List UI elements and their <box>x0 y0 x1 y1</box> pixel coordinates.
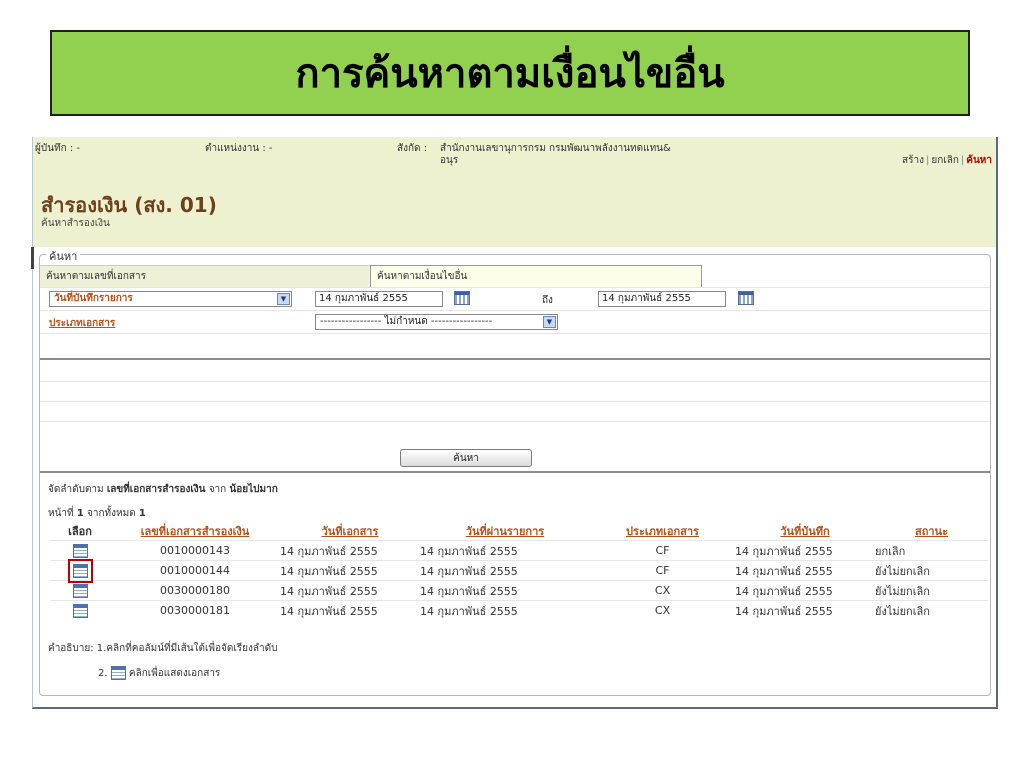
doc-type-cell: CF <box>590 540 735 561</box>
doc-type-row: ประเภทเอกสาร ----------------- ไม่กำหนด … <box>40 310 990 333</box>
app-window: ผู้บันทึก : - ตำแหน่งงาน : - สังกัด : สำ… <box>31 137 998 709</box>
post-date-cell: 14 กุมภาพันธ์ 2555 <box>420 580 590 601</box>
col-doc-number[interactable]: เลขที่เอกสารสำรองเงิน <box>110 522 280 541</box>
document-icon[interactable] <box>72 543 88 558</box>
document-icon[interactable] <box>67 558 93 583</box>
results-header-row: เลือก เลขที่เอกสารสำรองเงิน วันที่เอกสาร… <box>50 522 988 541</box>
empty-row <box>40 401 990 422</box>
page-prefix: หน้าที่ <box>48 508 74 519</box>
table-row: 0030000181 14 กุมภาพันธ์ 2555 14 กุมภาพั… <box>50 600 988 620</box>
chevron-down-icon: ▼ <box>543 316 556 328</box>
record-date-cell: 14 กุมภาพันธ์ 2555 <box>735 580 875 601</box>
doc-number-cell: 0030000180 <box>110 580 280 601</box>
search-link[interactable]: ค้นหา <box>966 155 992 166</box>
document-icon[interactable] <box>72 603 88 618</box>
note-item-1: 1.คลิกที่คอลัมน์ที่มีเส้นใต้เพื่อจัดเรีย… <box>96 643 278 654</box>
doc-type-value: ----------------- ไม่กำหนด -------------… <box>320 316 493 327</box>
date-filter-row: วันที่บันทึกรายการ ▼ 14 กุมภาพันธ์ 2555 … <box>40 287 990 310</box>
date-from-input[interactable]: 14 กุมภาพันธ์ 2555 <box>315 291 443 307</box>
sort-middle: จาก <box>208 484 227 495</box>
calendar-icon[interactable] <box>454 291 470 305</box>
post-date-cell: 14 กุมภาพันธ์ 2555 <box>420 600 590 620</box>
doc-number-cell: 0010000144 <box>110 560 280 581</box>
position-info: ตำแหน่งงาน : - <box>205 143 273 154</box>
sort-field: เลขที่เอกสารสำรองเงิน <box>106 484 206 495</box>
create-link[interactable]: สร้าง <box>902 155 924 166</box>
page-total: 1 <box>138 508 146 519</box>
slide-title: การค้นหาตามเงื่อนไขอื่น <box>295 51 725 97</box>
search-button[interactable]: ค้นหา <box>400 449 532 467</box>
chevron-down-icon: ▼ <box>277 293 290 305</box>
status-cell: ยังไม่ยกเลิก <box>875 600 988 620</box>
status-cell: ยังไม่ยกเลิก <box>875 560 988 581</box>
status-cell: ยกเลิก <box>875 540 988 561</box>
sort-info: จัดลำดับตาม เลขที่เอกสารสำรองเงิน จาก น้… <box>48 482 278 497</box>
post-date-cell: 14 กุมภาพันธ์ 2555 <box>420 560 590 581</box>
doc-type-select[interactable]: ----------------- ไม่กำหนด -------------… <box>315 314 558 330</box>
record-date-cell: 14 กุมภาพันธ์ 2555 <box>735 560 875 581</box>
recorder-info: ผู้บันทึก : - <box>35 143 81 154</box>
pagination-info: หน้าที่ 1 จากทั้งหมด 1 <box>48 506 146 521</box>
slide-title-banner: การค้นหาตามเงื่อนไขอื่น <box>50 30 970 116</box>
col-status[interactable]: สถานะ <box>875 522 988 541</box>
doc-type-cell: CX <box>590 580 735 601</box>
empty-row <box>40 381 990 402</box>
doc-date-cell: 14 กุมภาพันธ์ 2555 <box>280 600 420 620</box>
col-record-date[interactable]: วันที่บันทึก <box>735 522 875 541</box>
affiliation-line-2: อนุร <box>440 155 459 166</box>
empty-row <box>40 421 990 442</box>
header-actions: สร้าง | ยกเลิก | ค้นหา <box>902 155 992 166</box>
results-table: เลือก เลขที่เอกสารสำรองเงิน วันที่เอกสาร… <box>50 522 988 620</box>
document-icon[interactable] <box>72 583 88 598</box>
page-subtitle: ค้นหาสำรองเงิน <box>41 218 110 229</box>
note-label: คำอธิบาย: <box>48 643 94 654</box>
date-to-input[interactable]: 14 กุมภาพันธ์ 2555 <box>598 291 726 307</box>
date-type-value: วันที่บันทึกรายการ <box>54 293 133 304</box>
table-row: 0010000144 14 กุมภาพันธ์ 2555 14 กุมภาพั… <box>50 558 988 583</box>
affiliation-label: สังกัด : <box>397 143 428 154</box>
col-doc-type[interactable]: ประเภทเอกสาร <box>590 522 735 541</box>
doc-date-cell: 14 กุมภาพันธ์ 2555 <box>280 560 420 581</box>
to-label: ถึง <box>542 295 553 306</box>
empty-row <box>40 333 990 356</box>
tab-search-by-doc-number[interactable]: ค้นหาตามเลขที่เอกสาร <box>40 265 370 287</box>
note-item-2-number: 2. <box>98 668 108 679</box>
form-divider <box>40 358 990 360</box>
doc-number-cell: 0010000143 <box>110 540 280 561</box>
sort-prefix: จัดลำดับตาม <box>48 484 104 495</box>
note-item-2-text: คลิกเพื่อแสดงเอกสาร <box>128 668 221 679</box>
header-bar: ผู้บันทึก : - ตำแหน่งงาน : - สังกัด : สำ… <box>33 137 996 247</box>
doc-date-cell: 14 กุมภาพันธ์ 2555 <box>280 580 420 601</box>
doc-date-cell: 14 กุมภาพันธ์ 2555 <box>280 540 420 561</box>
page-current: 1 <box>76 508 84 519</box>
note-line-1: คำอธิบาย: 1.คลิกที่คอลัมน์ที่มีเส้นใต้เพ… <box>48 641 277 656</box>
affiliation-line-1: สำนักงานเลขานุการกรม กรมพัฒนาพลังงานทดแท… <box>440 143 671 154</box>
record-date-cell: 14 กุมภาพันธ์ 2555 <box>735 600 875 620</box>
cancel-link[interactable]: ยกเลิก <box>931 155 959 166</box>
results-divider <box>40 471 990 473</box>
status-cell: ยังไม่ยกเลิก <box>875 580 988 601</box>
sort-order: น้อยไปมาก <box>229 484 278 495</box>
doc-number-cell: 0030000181 <box>110 600 280 620</box>
search-fieldset: ค้นหา ค้นหาตามเลขที่เอกสาร ค้นหาตามเงื่อ… <box>39 247 991 696</box>
date-type-select[interactable]: วันที่บันทึกรายการ ▼ <box>49 291 292 307</box>
note-line-2: 2. คลิกเพื่อแสดงเอกสาร <box>98 666 220 681</box>
page-middle: จากทั้งหมด <box>86 508 136 519</box>
calendar-icon[interactable] <box>738 291 754 305</box>
doc-type-label[interactable]: ประเภทเอกสาร <box>49 316 115 331</box>
doc-type-cell: CF <box>590 560 735 581</box>
search-tabs: ค้นหาตามเลขที่เอกสาร ค้นหาตามเงื่อนไขอื่… <box>40 265 990 287</box>
table-row: 0030000180 14 กุมภาพันธ์ 2555 14 กุมภาพั… <box>50 580 988 601</box>
search-legend: ค้นหา <box>46 247 81 265</box>
post-date-cell: 14 กุมภาพันธ์ 2555 <box>420 540 590 561</box>
record-date-cell: 14 กุมภาพันธ์ 2555 <box>735 540 875 561</box>
affiliation-value: สำนักงานเลขานุการกรม กรมพัฒนาพลังงานทดแท… <box>440 143 671 167</box>
col-select: เลือก <box>68 525 92 538</box>
col-doc-date[interactable]: วันที่เอกสาร <box>280 522 420 541</box>
col-post-date[interactable]: วันที่ผ่านรายการ <box>420 522 590 541</box>
document-icon <box>110 666 126 680</box>
doc-type-cell: CX <box>590 600 735 620</box>
table-row: 0010000143 14 กุมภาพันธ์ 2555 14 กุมภาพั… <box>50 540 988 561</box>
tab-search-by-other-conditions[interactable]: ค้นหาตามเงื่อนไขอื่น <box>370 265 702 287</box>
